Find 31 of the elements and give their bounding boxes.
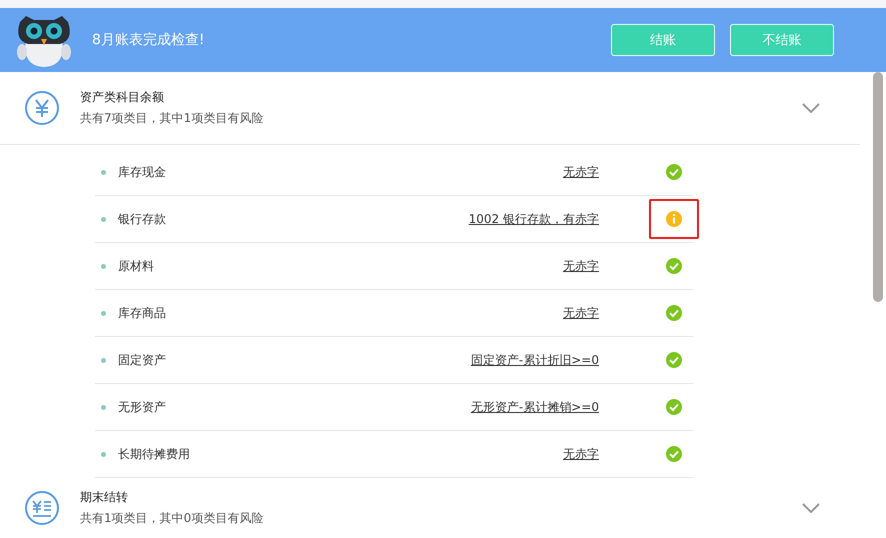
section-title: 资产类科目余额: [80, 89, 165, 106]
section-summary: 共有7项类目，其中1项类目有风险: [80, 110, 264, 127]
section-title: 期末结转: [80, 489, 129, 506]
item-name: 固定资产: [118, 352, 167, 368]
scrollbar[interactable]: [873, 72, 883, 302]
detail-link[interactable]: 无赤字: [563, 304, 599, 322]
bullet-icon: [101, 170, 106, 174]
detail-link[interactable]: 1002 银行存款，有赤字: [468, 210, 599, 228]
yen-icon: [24, 90, 60, 126]
bullet-icon: [101, 264, 106, 268]
header-title: 8月账表完成检查!: [92, 31, 206, 49]
bullet-icon: [101, 310, 106, 316]
item-name: 银行存款: [118, 210, 167, 228]
yen-list-icon: [24, 490, 60, 526]
detail-link[interactable]: 无赤字: [563, 446, 599, 462]
bullet-icon: [101, 452, 106, 456]
bullet-icon: [101, 358, 106, 362]
item-name: 长期待摊费用: [118, 446, 191, 462]
detail-link[interactable]: 固定资产-累计折旧>=0: [470, 352, 599, 368]
section-summary: 共有1项类目，其中0项类目有风险: [80, 510, 264, 527]
bullet-icon: [101, 404, 106, 410]
item-name: 无形资产: [118, 398, 167, 416]
bullet-icon: [101, 216, 106, 222]
item-name: 原材料: [118, 258, 155, 274]
detail-link[interactable]: 无赤字: [563, 258, 599, 274]
detail-link[interactable]: 无形资产-累计摊销>=0: [470, 398, 599, 416]
item-name: 库存商品: [118, 304, 167, 322]
item-name: 库存现金: [118, 164, 167, 180]
chevron-down-icon[interactable]: [802, 503, 820, 513]
chevron-down-icon[interactable]: [802, 103, 820, 113]
detail-link[interactable]: 无赤字: [563, 164, 599, 180]
